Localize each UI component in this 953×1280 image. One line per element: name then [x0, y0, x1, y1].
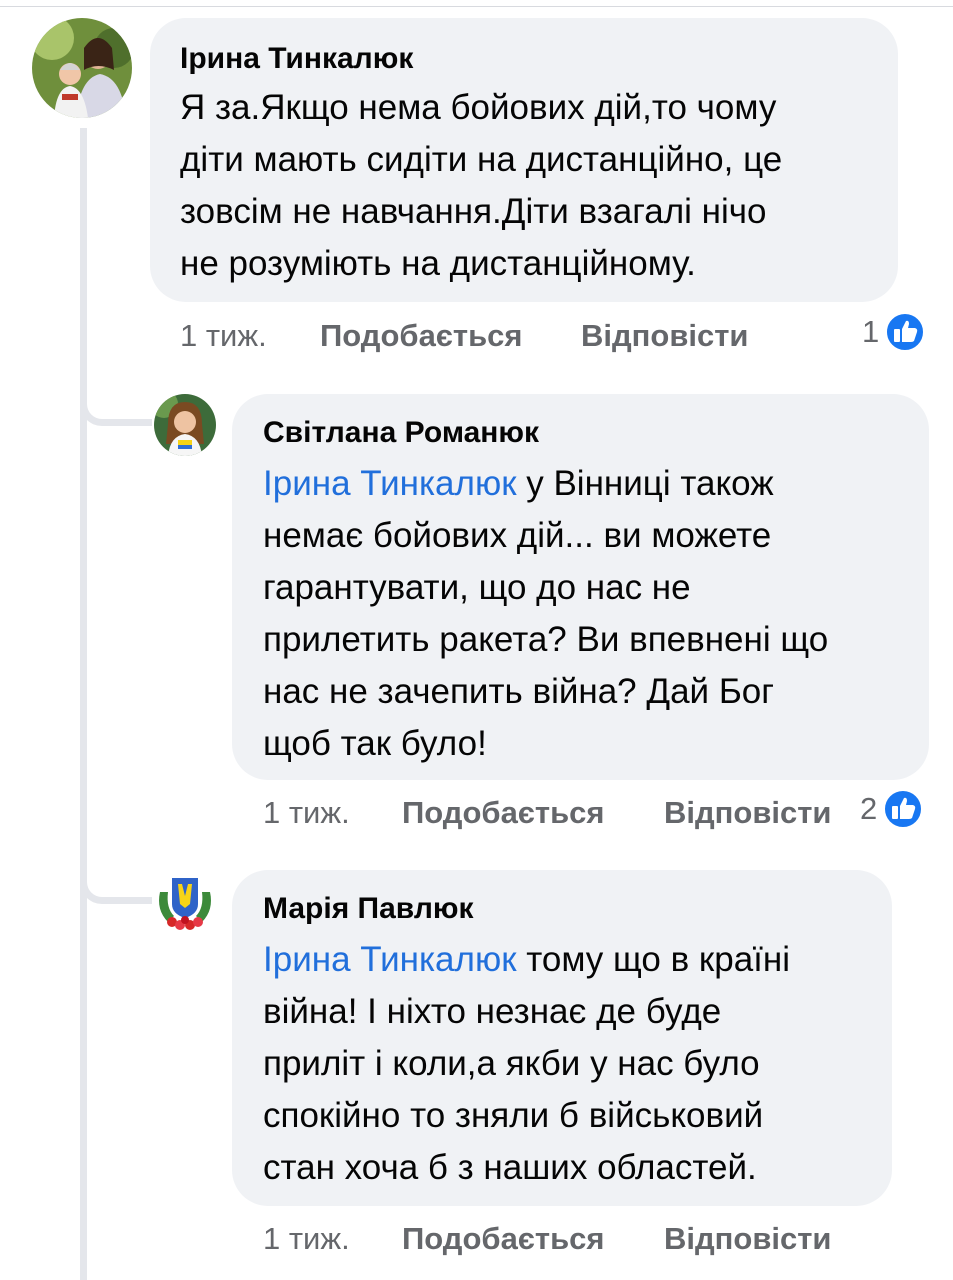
- avatar[interactable]: [154, 394, 216, 456]
- reply-button[interactable]: Відповісти: [581, 318, 749, 354]
- comment-author[interactable]: Світлана Романюк: [263, 416, 539, 450]
- like-icon: [883, 789, 924, 829]
- reaction-number: 2: [860, 791, 878, 826]
- avatar[interactable]: [154, 870, 216, 932]
- comment-text-line: не розуміють на дистанційному.: [180, 244, 696, 283]
- like-icon: [885, 312, 926, 352]
- comment-text-line: зовсім не навчання.Діти взагалі нічо: [180, 192, 767, 231]
- comment-text-line: прилетить ракета? Ви впевнені що: [263, 620, 829, 659]
- comment-text-line: стан хоча б з наших областей.: [263, 1148, 757, 1187]
- thread-branch: [80, 868, 152, 904]
- reply-button[interactable]: Відповісти: [664, 795, 832, 831]
- comment-text-line: немає бойових дій... ви можете: [263, 516, 772, 555]
- reaction-count[interactable]: 1: [862, 312, 926, 352]
- thread-branch: [80, 390, 152, 426]
- comment-text: Ірина Тинкалюк у Вінниці також немає бой…: [263, 458, 828, 770]
- reply-button[interactable]: Відповісти: [664, 1221, 832, 1257]
- like-button[interactable]: Подобається: [402, 1221, 605, 1257]
- mention-link[interactable]: Ірина Тинкалюк: [263, 940, 517, 979]
- comment-text-line: війна! І ніхто незнає де буде: [263, 992, 722, 1031]
- comment-text-line: спокійно то зняли б військовий: [263, 1096, 764, 1135]
- comment-text-line: Я за.Якщо нема бойових дій,то чому: [180, 88, 777, 127]
- comment-timestamp[interactable]: 1 тиж.: [180, 318, 267, 354]
- reaction-number: 1: [862, 314, 880, 349]
- comment-text-line: нас не зачепить війна? Дай Бог: [263, 672, 775, 711]
- comment-text-line: Ірина Тинкалюк тому що в країні: [263, 934, 790, 986]
- comment-timestamp[interactable]: 1 тиж.: [263, 795, 350, 831]
- top-divider: [0, 0, 953, 7]
- comment-text-segment: у Вінниці також: [516, 464, 774, 503]
- comment-text-line: щоб так було!: [263, 724, 487, 763]
- mention-link[interactable]: Ірина Тинкалюк: [263, 464, 517, 503]
- comment-text-line: гарантувати, що до нас не: [263, 568, 691, 607]
- avatar[interactable]: [32, 18, 132, 118]
- comment-text: Ірина Тинкалюк тому що в країні війна! І…: [263, 934, 790, 1194]
- reaction-count[interactable]: 2: [860, 789, 924, 829]
- thread-line: [80, 128, 87, 1280]
- like-button[interactable]: Подобається: [320, 318, 523, 354]
- like-button[interactable]: Подобається: [402, 795, 605, 831]
- comment-text-line: приліт і коли,а якби у нас було: [263, 1044, 760, 1083]
- comment-text-line: діти мають сидіти на дистанційно, це: [180, 140, 783, 179]
- comment-text: Я за.Якщо нема бойових дій,то чому діти …: [180, 82, 782, 290]
- comment-author[interactable]: Ірина Тинкалюк: [180, 42, 413, 76]
- comment-timestamp[interactable]: 1 тиж.: [263, 1221, 350, 1257]
- comment-text-segment: тому що в країні: [516, 940, 791, 979]
- comment-author[interactable]: Марія Павлюк: [263, 892, 474, 926]
- comment-text-line: Ірина Тинкалюк у Вінниці також: [263, 458, 828, 510]
